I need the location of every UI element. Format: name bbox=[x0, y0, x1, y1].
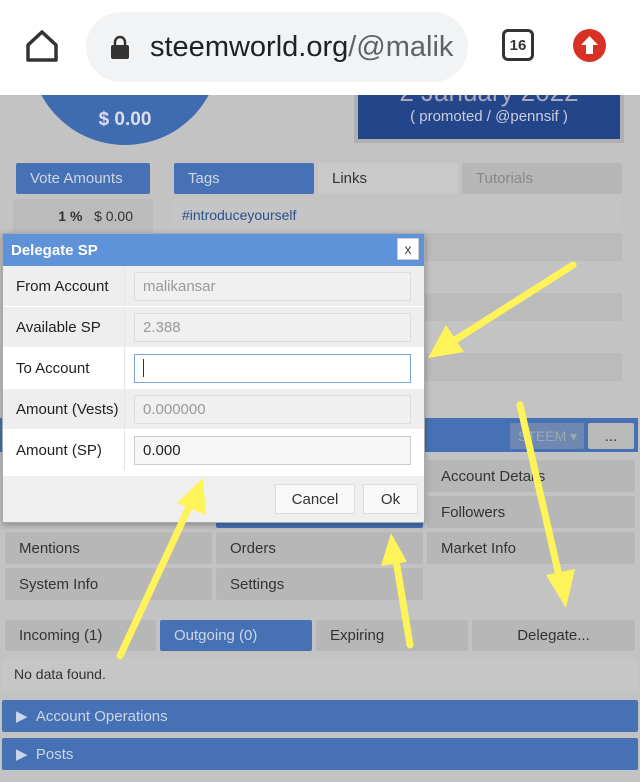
annotation-arrows bbox=[116, 261, 577, 660]
arrow-head bbox=[381, 533, 407, 566]
arrow-annotation bbox=[451, 261, 577, 344]
arrow-annotation bbox=[116, 501, 194, 660]
arrow-annotation bbox=[392, 556, 414, 649]
arrow-annotation bbox=[516, 401, 564, 584]
arrow-head bbox=[546, 569, 575, 608]
